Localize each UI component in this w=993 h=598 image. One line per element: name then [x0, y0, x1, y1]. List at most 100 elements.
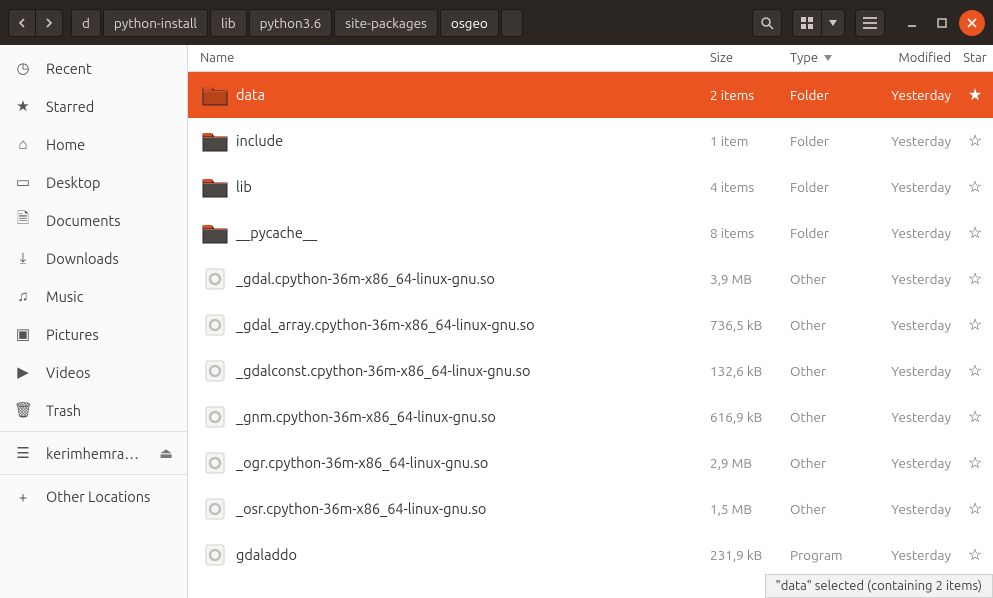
breadcrumb-segment[interactable]: osgeo — [440, 9, 499, 37]
file-row[interactable]: _ogr.cpython-36m-x86_64-linux-gnu.so2,9 … — [188, 440, 993, 486]
file-size: 231,9 kB — [710, 547, 790, 563]
breadcrumb-segment[interactable]: site-packages — [334, 9, 438, 37]
sidebar-icon: ▶ — [14, 363, 32, 381]
file-row[interactable]: include1 itemFolderYesterday☆ — [188, 118, 993, 164]
maximize-button[interactable] — [929, 10, 955, 36]
file-size: 2 items — [710, 87, 790, 103]
file-size: 132,6 kB — [710, 363, 790, 379]
file-name: include — [230, 132, 710, 149]
column-star[interactable]: Star — [957, 51, 993, 65]
sidebar-icon: ♫ — [14, 287, 32, 305]
sidebar-icon: ⤓ — [14, 249, 32, 267]
library-icon — [200, 494, 230, 524]
file-name: __pycache__ — [230, 224, 710, 241]
star-toggle[interactable]: ☆ — [957, 407, 993, 426]
file-row[interactable]: _osr.cpython-36m-x86_64-linux-gnu.so1,5 … — [188, 486, 993, 532]
view-dropdown-button[interactable] — [821, 9, 845, 37]
file-row[interactable]: gdaladdo231,9 kBProgramYesterday☆ — [188, 532, 993, 578]
search-button[interactable] — [752, 9, 782, 37]
sidebar-item-recent[interactable]: ◷Recent — [0, 49, 187, 87]
star-toggle[interactable]: ☆ — [957, 269, 993, 288]
star-toggle[interactable]: ☆ — [957, 131, 993, 150]
minimize-button[interactable] — [899, 10, 925, 36]
sidebar-item-label: Music — [46, 288, 83, 305]
file-modified: Yesterday — [875, 409, 957, 425]
file-size: 3,9 MB — [710, 271, 790, 287]
breadcrumb-dropdown[interactable] — [501, 9, 523, 37]
column-size[interactable]: Size — [710, 51, 790, 65]
star-toggle[interactable]: ☆ — [957, 315, 993, 334]
forward-button[interactable] — [35, 9, 63, 37]
back-button[interactable] — [8, 9, 36, 37]
file-modified: Yesterday — [875, 317, 957, 333]
sidebar-drive[interactable]: ☰ kerimhemra… ⏏ — [0, 434, 187, 472]
column-name[interactable]: Name — [200, 51, 710, 65]
file-name: gdaladdo — [230, 546, 710, 563]
file-name: lib — [230, 178, 710, 195]
file-row[interactable]: lib4 itemsFolderYesterday☆ — [188, 164, 993, 210]
file-type: Other — [790, 455, 875, 471]
close-button[interactable] — [959, 10, 985, 36]
file-size: 616,9 kB — [710, 409, 790, 425]
file-modified: Yesterday — [875, 133, 957, 149]
breadcrumb-segment[interactable]: python-install — [103, 9, 208, 37]
sidebar-item-videos[interactable]: ▶Videos — [0, 353, 187, 391]
sidebar-item-home[interactable]: ⌂ Home — [0, 125, 187, 163]
sidebar-other-locations[interactable]: + Other Locations — [0, 477, 187, 515]
statusbar: "data" selected (containing 2 items) — [765, 574, 993, 598]
sidebar-item-label: Home — [46, 136, 85, 153]
file-row[interactable]: _gnm.cpython-36m-x86_64-linux-gnu.so616,… — [188, 394, 993, 440]
eject-icon[interactable]: ⏏ — [159, 444, 173, 462]
breadcrumb: dpython-installlibpython3.6site-packages… — [71, 9, 523, 37]
star-toggle[interactable]: ☆ — [957, 177, 993, 196]
star-toggle[interactable]: ☆ — [957, 453, 993, 472]
sidebar-icon: ◷ — [14, 59, 32, 77]
column-header: Name Size Type Modified Star — [188, 45, 993, 72]
folder-icon — [200, 126, 230, 156]
file-name: _gdal_array.cpython-36m-x86_64-linux-gnu… — [230, 316, 710, 333]
folder-icon — [200, 218, 230, 248]
file-type: Other — [790, 271, 875, 287]
sidebar-item-music[interactable]: ♫ Music — [0, 277, 187, 315]
star-toggle[interactable]: ☆ — [957, 223, 993, 242]
sidebar-item-label: Desktop — [46, 174, 100, 191]
breadcrumb-segment[interactable]: d — [71, 9, 101, 37]
file-modified: Yesterday — [875, 547, 957, 563]
file-modified: Yesterday — [875, 225, 957, 241]
view-grid-button[interactable] — [792, 9, 822, 37]
sidebar-item-documents[interactable]: 🗎Documents — [0, 201, 187, 239]
file-size: 8 items — [710, 225, 790, 241]
sidebar-icon: ★ — [14, 97, 32, 115]
star-toggle[interactable]: ★ — [957, 85, 993, 104]
file-size: 4 items — [710, 179, 790, 195]
library-icon — [200, 448, 230, 478]
sidebar-icon: ⌂ — [14, 135, 32, 153]
file-type: Program — [790, 547, 875, 563]
file-row[interactable]: _gdal.cpython-36m-x86_64-linux-gnu.so3,9… — [188, 256, 993, 302]
star-toggle[interactable]: ☆ — [957, 499, 993, 518]
breadcrumb-segment[interactable]: lib — [210, 9, 247, 37]
file-row[interactable]: _gdalconst.cpython-36m-x86_64-linux-gnu.… — [188, 348, 993, 394]
sidebar-item-pictures[interactable]: ▣Pictures — [0, 315, 187, 353]
library-icon — [200, 310, 230, 340]
sidebar-item-label: Starred — [46, 98, 94, 115]
breadcrumb-segment[interactable]: python3.6 — [249, 9, 333, 37]
file-modified: Yesterday — [875, 179, 957, 195]
library-icon — [200, 402, 230, 432]
file-row[interactable]: data2 itemsFolderYesterday★ — [188, 72, 993, 118]
content-pane: Name Size Type Modified Star data2 items… — [188, 45, 993, 598]
sidebar-item-downloads[interactable]: ⤓Downloads — [0, 239, 187, 277]
sidebar-item-trash[interactable]: 🗑Trash — [0, 391, 187, 429]
star-toggle[interactable]: ☆ — [957, 545, 993, 564]
star-toggle[interactable]: ☆ — [957, 361, 993, 380]
menu-button[interactable] — [855, 9, 885, 37]
sidebar-drive-label: kerimhemra… — [46, 445, 139, 462]
sidebar-item-starred[interactable]: ★ Starred — [0, 87, 187, 125]
file-row[interactable]: __pycache__8 itemsFolderYesterday☆ — [188, 210, 993, 256]
column-type[interactable]: Type — [790, 51, 875, 65]
sidebar-item-desktop[interactable]: ▭Desktop — [0, 163, 187, 201]
column-modified[interactable]: Modified — [875, 51, 957, 65]
file-row[interactable]: _gdal_array.cpython-36m-x86_64-linux-gnu… — [188, 302, 993, 348]
file-type: Folder — [790, 133, 875, 149]
sidebar: ◷Recent★Starred⌂Home▭Desktop🗎Documents⤓D… — [0, 45, 188, 598]
